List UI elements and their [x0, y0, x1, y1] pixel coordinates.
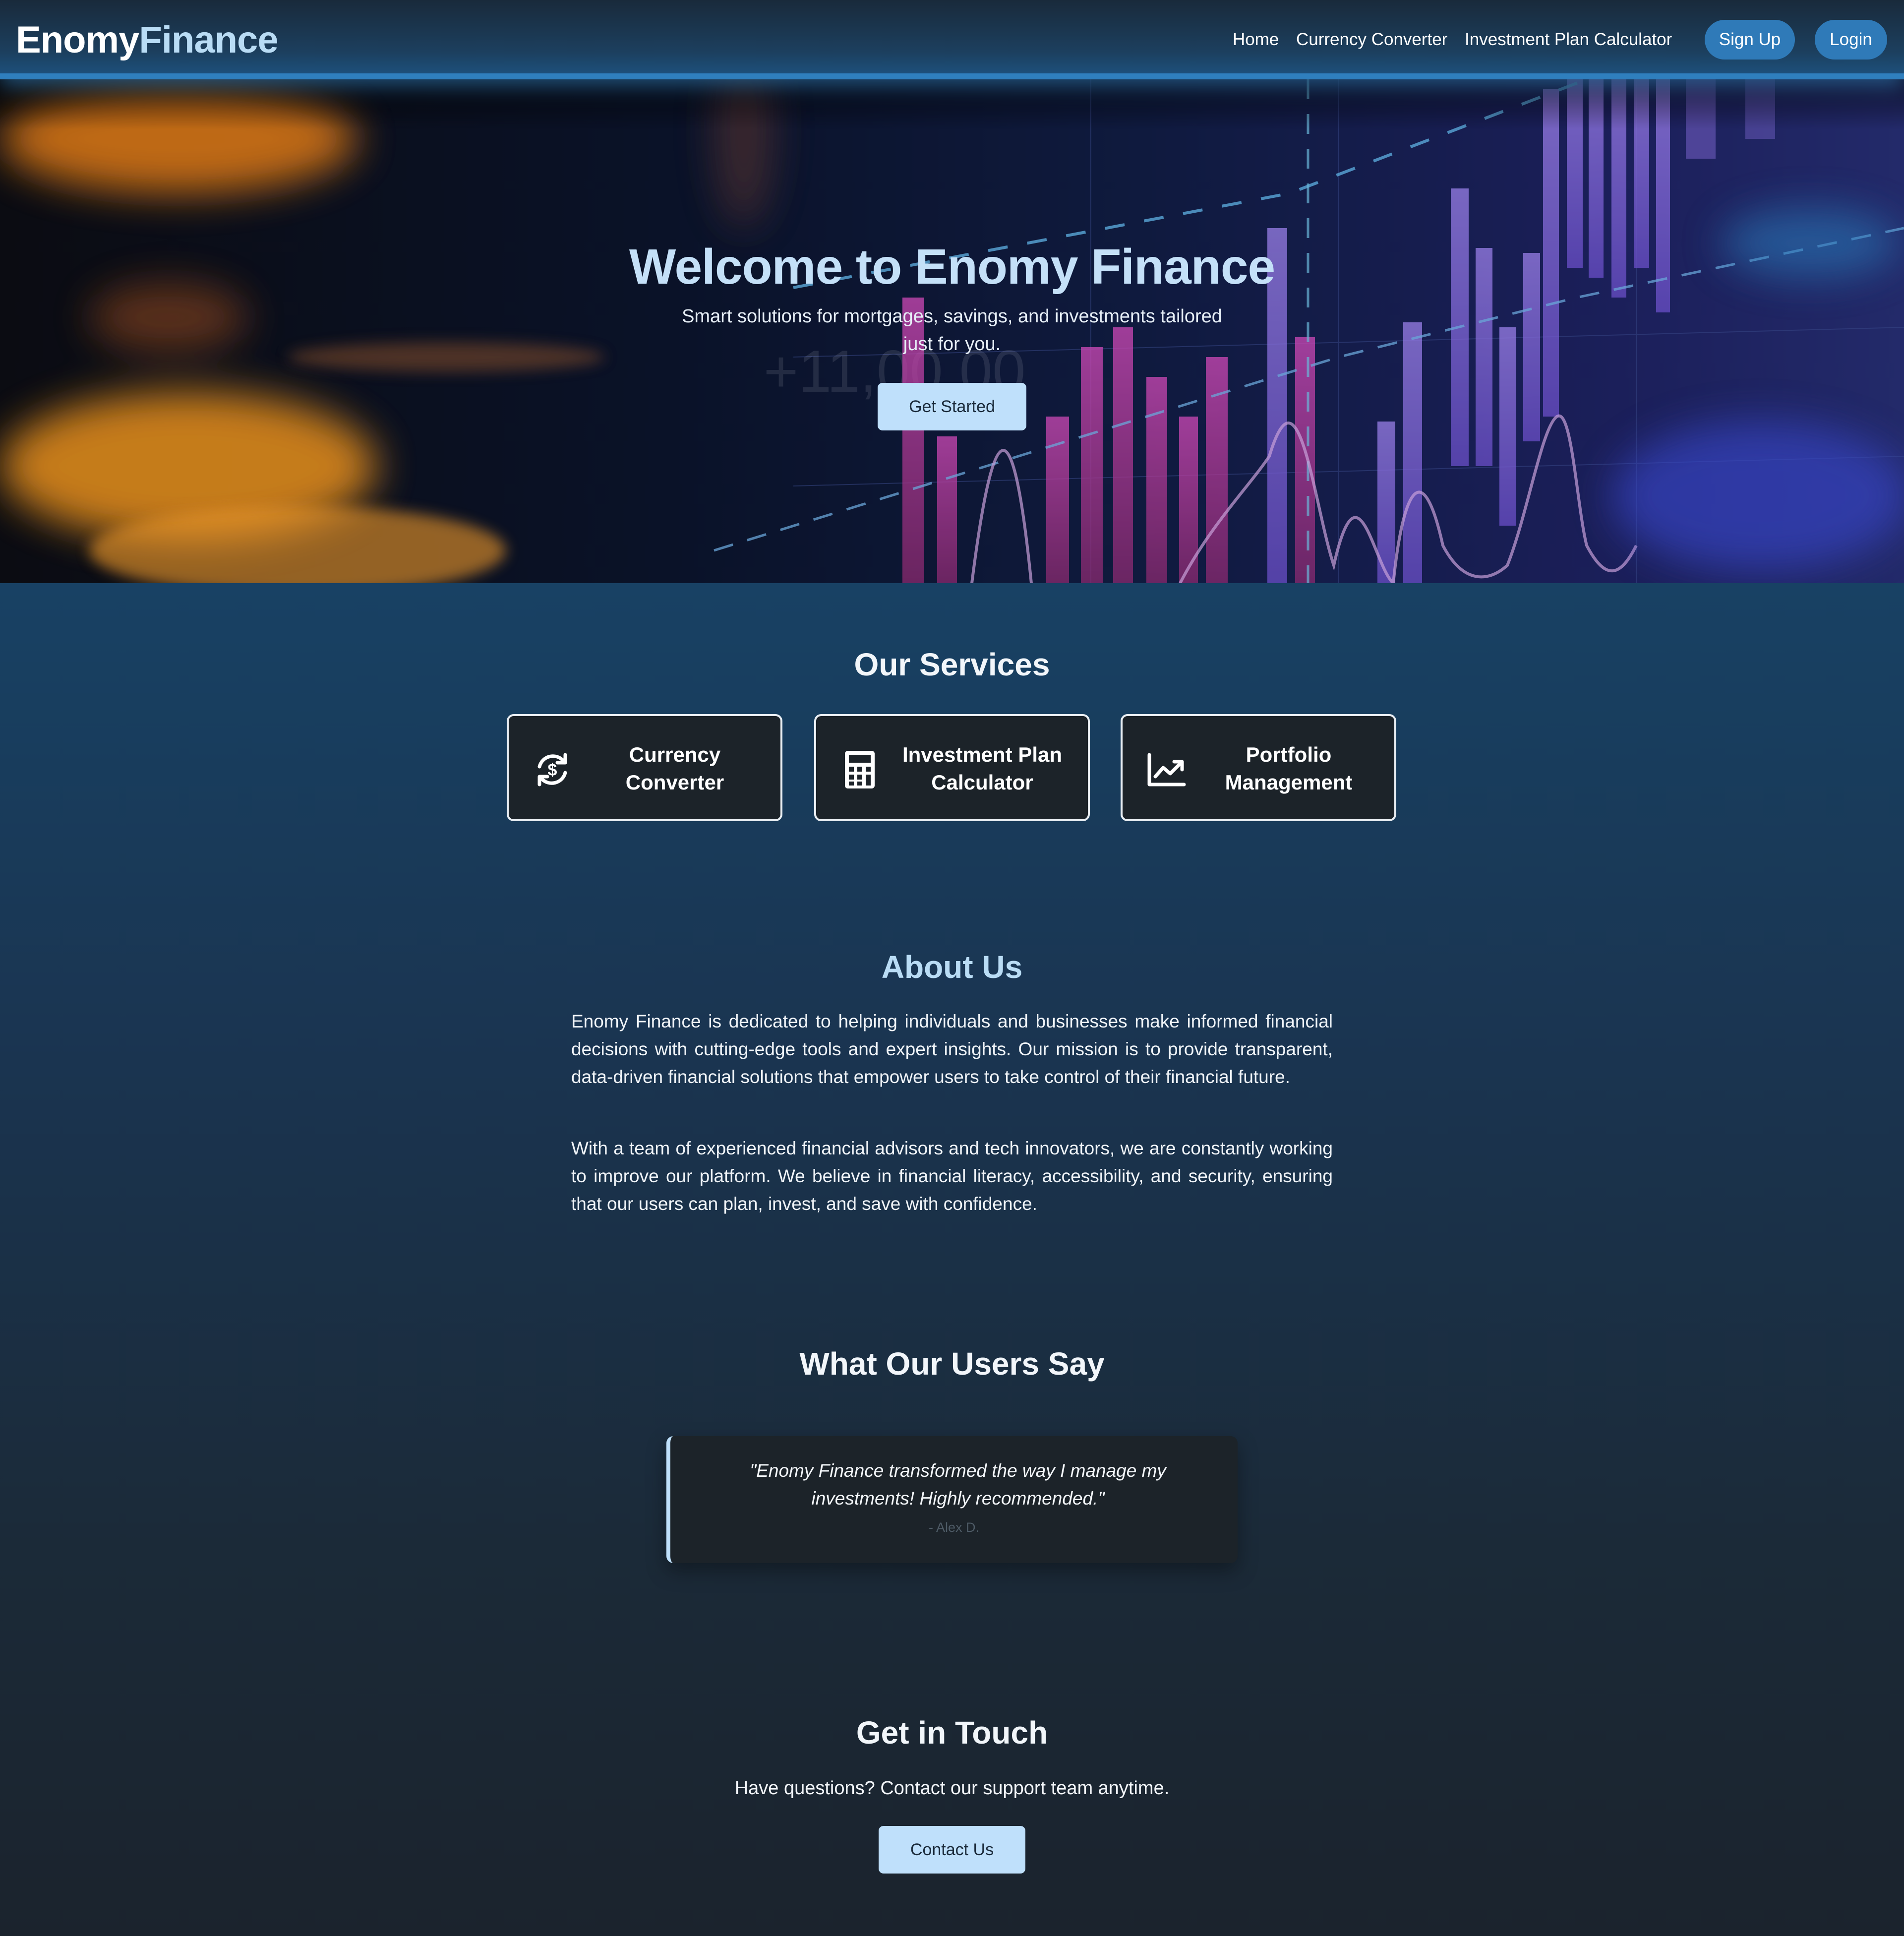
service-label: Investment Plan Calculator: [902, 743, 1063, 794]
login-button[interactable]: Login: [1815, 20, 1887, 60]
service-card-investment-plan-calculator[interactable]: Investment Plan Calculator: [814, 714, 1090, 821]
service-card-portfolio-management[interactable]: Portfolio Management: [1121, 714, 1396, 821]
nav-currency-converter-link[interactable]: Currency Converter: [1296, 28, 1447, 52]
about-paragraph: Enomy Finance is dedicated to helping in…: [571, 1011, 1333, 1087]
services-title: Our Services: [854, 647, 1050, 682]
site-header: EnomyFinance Home Currency Converter Inv…: [0, 0, 1904, 79]
calculator-icon: [845, 751, 875, 788]
hero-section: +11,00.00 Welcome to Enomy Finance Smart…: [0, 79, 1904, 583]
logo[interactable]: EnomyFinance: [16, 18, 279, 62]
get-started-button[interactable]: Get Started: [878, 383, 1026, 430]
testimonials-title: What Our Users Say: [799, 1346, 1105, 1382]
contact-text: Have questions? Contact our support team…: [734, 1778, 1170, 1799]
testimonial-card: "Enomy Finance transformed the way I man…: [666, 1436, 1238, 1563]
service-card-currency-converter[interactable]: $ Currency Converter: [507, 714, 782, 821]
hero-subtitle: Smart solutions for mortgages, savings, …: [682, 306, 1222, 355]
about-title: About Us: [881, 949, 1023, 985]
nav-home-link[interactable]: Home: [1233, 28, 1279, 52]
testimonial-quote: "Enomy Finance transformed the way I man…: [750, 1460, 1166, 1509]
testimonial-author: - Alex D.: [928, 1520, 980, 1535]
service-label: Currency Converter: [625, 743, 724, 794]
logo-text-enomy: Enomy: [16, 19, 139, 61]
hero-title: Welcome to Enomy Finance: [629, 239, 1275, 295]
currency-exchange-icon: $: [537, 753, 567, 786]
about-paragraph: With a team of experienced financial adv…: [571, 1138, 1333, 1214]
signup-button[interactable]: Sign Up: [1705, 20, 1795, 60]
contact-title: Get in Touch: [856, 1715, 1048, 1751]
service-label: Portfolio Management: [1225, 743, 1353, 794]
logo-text-finance: Finance: [139, 19, 278, 61]
contact-us-button[interactable]: Contact Us: [879, 1826, 1025, 1874]
svg-text:$: $: [548, 761, 557, 780]
chart-line-icon: [1147, 753, 1186, 786]
nav-investment-plan-calculator-link[interactable]: Investment Plan Calculator: [1465, 28, 1672, 52]
